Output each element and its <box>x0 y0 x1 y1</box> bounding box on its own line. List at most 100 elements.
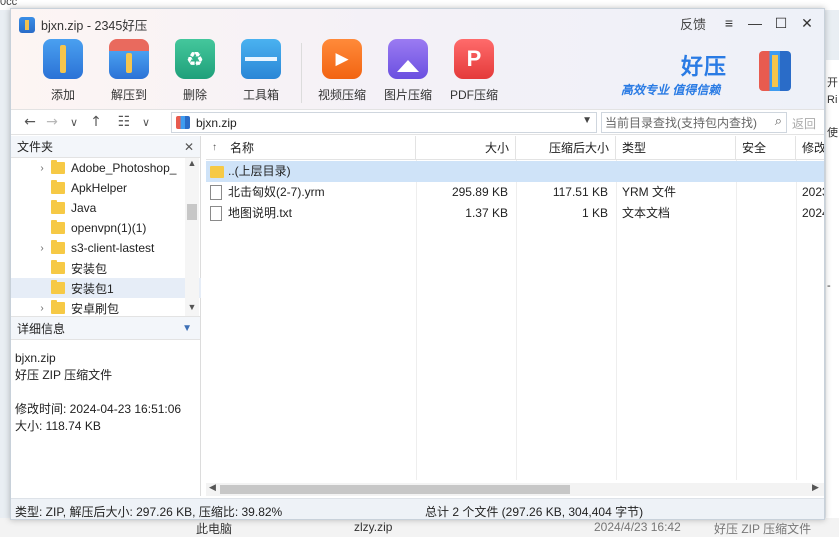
tree-item[interactable]: Java <box>11 198 201 218</box>
horizontal-scrollbar[interactable]: ◀ ▶ <box>206 482 824 496</box>
pdf-compress-label: PDF压缩 <box>449 88 498 102</box>
scroll-right-icon[interactable]: ▶ <box>812 482 819 493</box>
tree-item-label: Adobe_Photoshop_ <box>71 161 177 175</box>
title-bar: bjxn.zip - 2345好压 反馈 ≡ — ☐ ✕ 添加 解压到 删除 <box>11 9 824 109</box>
close-button[interactable]: ✕ <box>794 15 820 32</box>
return-button[interactable]: 返回 <box>792 115 816 132</box>
brand-name: 好压 <box>681 54 728 79</box>
tree-item-label: 安卓刷包 <box>71 301 120 316</box>
file-name: ..(上层目录) <box>228 164 291 178</box>
forward-arrow-icon[interactable]: → <box>41 114 63 130</box>
column-packed-size[interactable]: 压缩后大小 <box>516 136 616 160</box>
file-list-header: ↑ 名称 大小 压缩后大小 类型 安全 修改时 <box>206 136 824 179</box>
background-this-pc: 此电脑 <box>196 522 233 536</box>
video-compress-icon <box>322 39 362 79</box>
folder-icon <box>51 240 65 254</box>
scroll-left-icon[interactable]: ◀ <box>209 482 216 493</box>
details-panel-header[interactable]: 详细信息 ▼ <box>11 316 200 340</box>
tree-item[interactable]: ApkHelper <box>11 178 201 198</box>
status-bar: 类型: ZIP, 解压后大小: 297.26 KB, 压缩比: 39.82% 总… <box>11 498 824 519</box>
column-size[interactable]: 大小 <box>416 136 516 160</box>
address-dropdown-icon[interactable]: ▼ <box>582 115 592 126</box>
extract-icon <box>109 39 149 79</box>
left-panel: 文件夹 ✕ › Adobe_Photoshop_ ApkHelper Java <box>11 136 201 496</box>
tree-item[interactable]: › s3-client-lastest <box>11 238 201 258</box>
column-security[interactable]: 安全 <box>736 136 796 160</box>
scroll-up-icon[interactable]: ▲ <box>185 158 199 168</box>
column-modified[interactable]: 修改时 <box>796 136 824 179</box>
file-row[interactable]: 地图说明.txt 1.37 KB 1 KB 文本文档 2024- <box>206 203 824 224</box>
tree-item-label: s3-client-lastest <box>71 241 155 255</box>
pdf-compress-button[interactable]: PDF压缩 <box>444 39 504 103</box>
toolbox-label: 工具箱 <box>242 88 279 102</box>
tree-item-label: Java <box>71 201 97 215</box>
background-text: 开 <box>827 77 838 89</box>
column-name[interactable]: ↑ 名称 <box>206 136 416 160</box>
tree-item[interactable]: 安装包 <box>11 258 201 278</box>
file-modified: 2024- <box>802 206 824 220</box>
folder-tree-scrollbar[interactable]: ▲ ▼ <box>185 158 199 316</box>
window-title: bjxn.zip - 2345好压 <box>19 15 147 34</box>
scrollbar-thumb[interactable] <box>187 204 197 220</box>
folder-icon <box>51 280 65 294</box>
chevron-right-icon[interactable]: › <box>35 303 49 314</box>
file-type: 文本文档 <box>622 206 671 220</box>
address-bar[interactable]: bjxn.zip ▼ <box>171 112 597 133</box>
tree-item-label: openvpn(1)(1) <box>71 221 147 235</box>
view-mode-dropdown-icon[interactable]: ∨ <box>135 116 157 129</box>
delete-button[interactable]: 删除 <box>165 39 225 103</box>
file-size: 1.37 KB <box>465 206 508 220</box>
tree-item[interactable]: › 安卓刷包 <box>11 298 201 316</box>
tree-item-label: ApkHelper <box>71 181 128 195</box>
tree-item-selected[interactable]: 安装包1 <box>11 278 201 298</box>
search-input[interactable]: 当前目录查找(支持包内查找) ⌕ <box>601 112 787 133</box>
file-name: 地图说明.txt <box>228 206 293 220</box>
minimize-button[interactable]: — <box>742 15 768 31</box>
file-packed-size: 117.51 KB <box>552 185 608 199</box>
extract-to-button[interactable]: 解压到 <box>99 39 159 103</box>
image-compress-icon <box>388 39 428 79</box>
toolbox-button[interactable]: 工具箱 <box>231 39 291 103</box>
video-compress-button[interactable]: 视频压缩 <box>312 39 372 103</box>
add-label: 添加 <box>50 88 75 102</box>
view-mode-icon[interactable]: ☷ <box>113 114 135 130</box>
image-compress-button[interactable]: 图片压缩 <box>378 39 438 103</box>
tree-item[interactable]: › Adobe_Photoshop_ <box>11 158 201 178</box>
window-title-text: bjxn.zip - 2345好压 <box>41 19 148 33</box>
window-controls: 反馈 ≡ — ☐ ✕ <box>680 12 820 34</box>
chevron-down-icon[interactable]: ▼ <box>182 317 192 341</box>
folder-icon <box>210 166 224 178</box>
column-name-label: 名称 <box>230 141 255 155</box>
tree-item[interactable]: openvpn(1)(1) <box>11 218 201 238</box>
scroll-down-icon[interactable]: ▼ <box>185 302 199 312</box>
menu-button[interactable]: ≡ <box>716 15 742 31</box>
feedback-link[interactable]: 反馈 <box>680 14 706 33</box>
add-button[interactable]: 添加 <box>33 39 93 103</box>
maximize-button[interactable]: ☐ <box>768 15 794 32</box>
column-type[interactable]: 类型 <box>616 136 736 160</box>
background-explorer-row: 此电脑 zlzy.zip 2024/4/23 16:42 好压 ZIP 压缩文件 <box>0 518 839 537</box>
detail-modified: 修改时间: 2024-04-23 16:51:06 <box>15 402 182 416</box>
file-packed-size: 1 KB <box>581 206 608 220</box>
file-modified: 2023- <box>802 185 824 199</box>
search-placeholder: 当前目录查找(支持包内查找) <box>605 116 757 130</box>
chevron-right-icon[interactable]: › <box>35 163 49 174</box>
scrollbar-thumb[interactable] <box>220 485 570 494</box>
history-dropdown-icon[interactable]: ∨ <box>63 116 85 129</box>
search-icon[interactable]: ⌕ <box>775 114 782 129</box>
file-row[interactable]: 北击匈奴(2-7).yrm 295.89 KB 117.51 KB YRM 文件… <box>206 182 824 203</box>
detail-file-name: bjxn.zip <box>15 351 56 365</box>
background-text: Ri <box>827 94 838 106</box>
up-arrow-icon[interactable]: ↑ <box>85 114 107 130</box>
background-file-type: 好压 ZIP 压缩文件 <box>714 522 812 536</box>
status-total-info: 总计 2 个文件 (297.26 KB, 304,404 字节) <box>425 505 644 519</box>
file-name: 北击匈奴(2-7).yrm <box>228 185 325 199</box>
add-archive-icon <box>43 39 83 79</box>
main-toolbar: 添加 解压到 删除 工具箱 视频压缩 图片压缩 <box>33 39 510 103</box>
close-icon[interactable]: ✕ <box>184 136 194 158</box>
zip-file-icon <box>176 116 190 129</box>
folder-panel-header: 文件夹 ✕ <box>11 136 200 158</box>
chevron-right-icon[interactable]: › <box>35 243 49 254</box>
file-row-parent[interactable]: ..(上层目录) <box>206 161 824 182</box>
back-arrow-icon[interactable]: ← <box>19 114 41 130</box>
